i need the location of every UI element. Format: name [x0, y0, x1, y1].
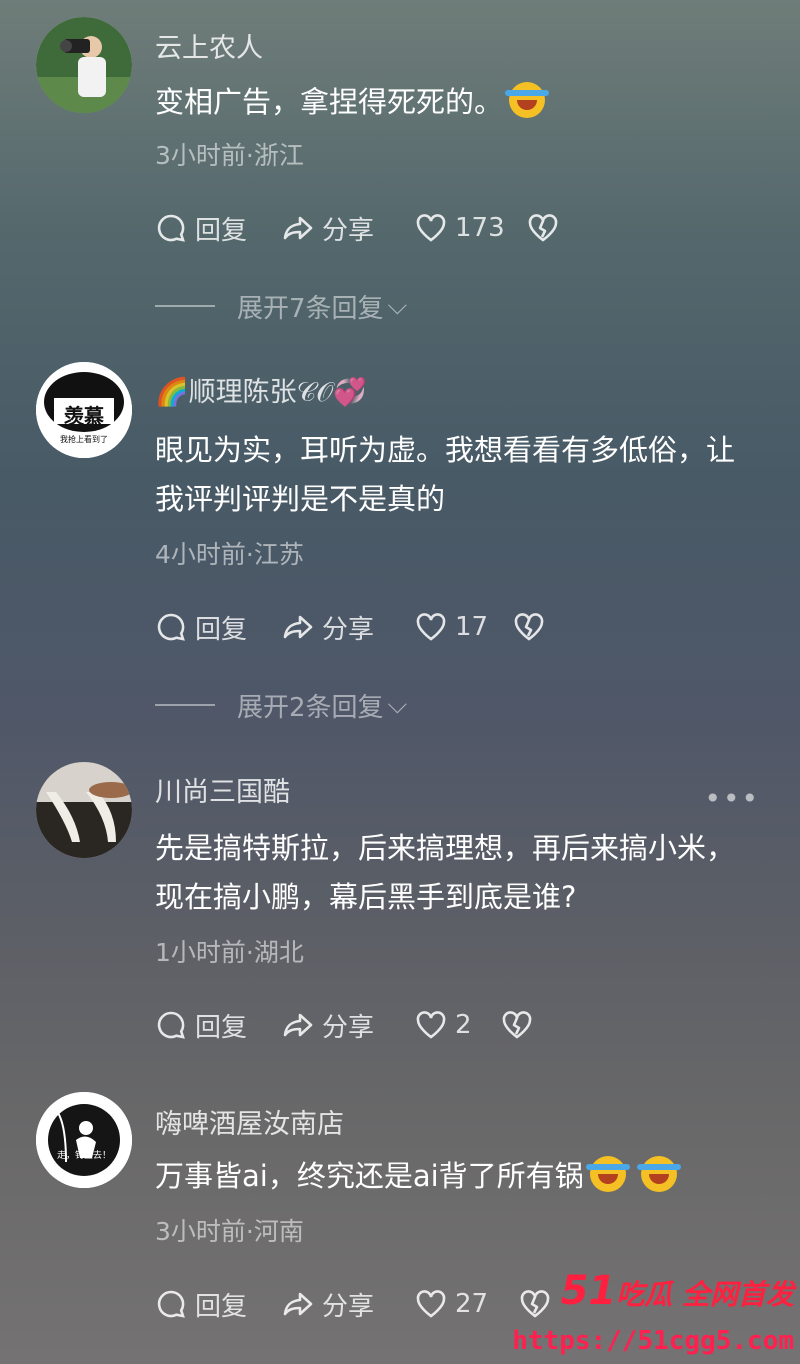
reply-button[interactable]: 回复	[155, 1005, 247, 1045]
comment-author[interactable]: 🌈顺理陈张𝒞𝒪💞	[155, 370, 367, 409]
watermark: 51吃瓜 全网首发 https://51cgg5.com	[500, 1264, 800, 1364]
comment-bubble-icon	[157, 214, 185, 242]
avatar[interactable]: 走，钓鱼去！	[36, 1092, 132, 1188]
laugh-cry-emoji-icon	[505, 82, 550, 118]
watermark-brand-text: 吃瓜 全网首发	[616, 1278, 794, 1311]
comment-text: 变相广告，拿捏得死死的。	[155, 78, 745, 127]
more-options-icon[interactable]: •••	[704, 782, 760, 815]
share-arrow-icon	[283, 1013, 313, 1037]
expand-replies-button[interactable]: 展开7条回复 ⌵	[155, 286, 407, 326]
comment-author[interactable]: 云上农人	[155, 26, 263, 65]
broken-heart-icon	[502, 1011, 532, 1039]
comment-meta: 3小时前·浙江	[155, 141, 304, 170]
like-count: 2	[455, 1010, 472, 1040]
avatar[interactable]: 羡慕 我抢上看到了	[36, 362, 132, 458]
like-count: 17	[455, 612, 489, 642]
comment-bubble-icon	[157, 1290, 185, 1318]
broken-heart-icon	[528, 214, 558, 242]
watermark-brand: 51吃瓜 全网首发	[561, 1268, 794, 1314]
chevron-down-icon: ⌵	[387, 290, 408, 321]
divider	[155, 305, 215, 307]
avatar[interactable]	[36, 17, 132, 113]
avatar[interactable]	[36, 762, 132, 858]
avatar-caption: 走，钓鱼去！	[56, 1151, 111, 1161]
author-name-suffix: 𝒞𝒪💞	[296, 377, 367, 408]
reply-label: 回复	[195, 614, 248, 645]
heart-icon	[416, 1290, 446, 1318]
like-button[interactable]: 2	[415, 1005, 472, 1045]
like-button[interactable]: 173	[415, 208, 505, 248]
dislike-button[interactable]	[513, 607, 553, 647]
like-count: 27	[455, 1289, 489, 1319]
like-count: 173	[455, 213, 505, 243]
expand-replies-label: 展开2条回复	[237, 692, 384, 723]
share-arrow-icon	[283, 216, 313, 240]
share-label: 分享	[322, 215, 375, 246]
heart-icon	[416, 613, 446, 641]
comment-actions: 回复 分享 17	[155, 607, 755, 647]
reply-button[interactable]: 回复	[155, 208, 247, 248]
share-arrow-icon	[283, 615, 313, 639]
comment-meta: 1小时前·湖北	[155, 938, 304, 967]
comment-meta: 4小时前·江苏	[155, 540, 304, 569]
comment-body: 先是搞特斯拉，后来搞理想，再后来搞小米，现在搞小鹏，幕后黑手到底是谁?	[155, 831, 736, 914]
comment-actions: 回复 分享 2	[155, 1005, 755, 1045]
heart-icon	[416, 214, 446, 242]
comment-body: 眼见为实，耳听为虚。我想看看有多低俗，让我评判评判是不是真的	[155, 433, 736, 516]
avatar-caption: 羡慕	[64, 404, 104, 428]
reply-button[interactable]: 回复	[155, 1284, 247, 1324]
watermark-number: 51	[560, 1268, 617, 1314]
reply-label: 回复	[195, 1291, 248, 1322]
share-label: 分享	[322, 1012, 375, 1043]
dislike-button[interactable]	[501, 1005, 541, 1045]
reply-button[interactable]: 回复	[155, 607, 247, 647]
like-button[interactable]: 17	[415, 607, 488, 647]
share-button[interactable]: 分享	[282, 208, 374, 248]
divider	[155, 704, 215, 706]
comment-bubble-icon	[157, 1011, 185, 1039]
chevron-down-icon: ⌵	[387, 689, 408, 720]
expand-replies-button[interactable]: 展开2条回复 ⌵	[155, 685, 407, 725]
watermark-url: https://51cgg5.com	[512, 1326, 794, 1356]
expand-replies-label: 展开7条回复	[237, 293, 384, 324]
comment-author[interactable]: 川尚三国酷	[155, 770, 290, 809]
author-name: 🌈顺理陈张	[155, 377, 297, 408]
share-label: 分享	[322, 1291, 375, 1322]
dislike-button[interactable]	[527, 208, 567, 248]
comment-text: 万事皆ai，终究还是ai背了所有锅	[155, 1152, 745, 1201]
avatar-subcaption: 我抢上看到了	[60, 435, 108, 444]
share-button[interactable]: 分享	[282, 1284, 374, 1324]
reply-label: 回复	[195, 1012, 248, 1043]
comment-author[interactable]: 嗨啤酒屋汝南店	[155, 1102, 344, 1141]
share-label: 分享	[322, 614, 375, 645]
comment-body: 万事皆ai，终究还是ai背了所有锅	[155, 1159, 584, 1193]
comment-bubble-icon	[157, 613, 185, 641]
comment-meta: 3小时前·河南	[155, 1217, 304, 1246]
like-button[interactable]: 27	[415, 1284, 488, 1324]
share-arrow-icon	[283, 1292, 313, 1316]
share-button[interactable]: 分享	[282, 607, 374, 647]
reply-label: 回复	[195, 215, 248, 246]
comment-body: 变相广告，拿捏得死死的。	[155, 85, 504, 119]
share-button[interactable]: 分享	[282, 1005, 374, 1045]
comment-actions: 回复 分享 173	[155, 208, 755, 248]
laugh-cry-emoji-icon	[585, 1156, 630, 1192]
heart-icon	[416, 1011, 446, 1039]
broken-heart-icon	[514, 613, 544, 641]
laugh-cry-emoji-icon	[636, 1156, 681, 1192]
